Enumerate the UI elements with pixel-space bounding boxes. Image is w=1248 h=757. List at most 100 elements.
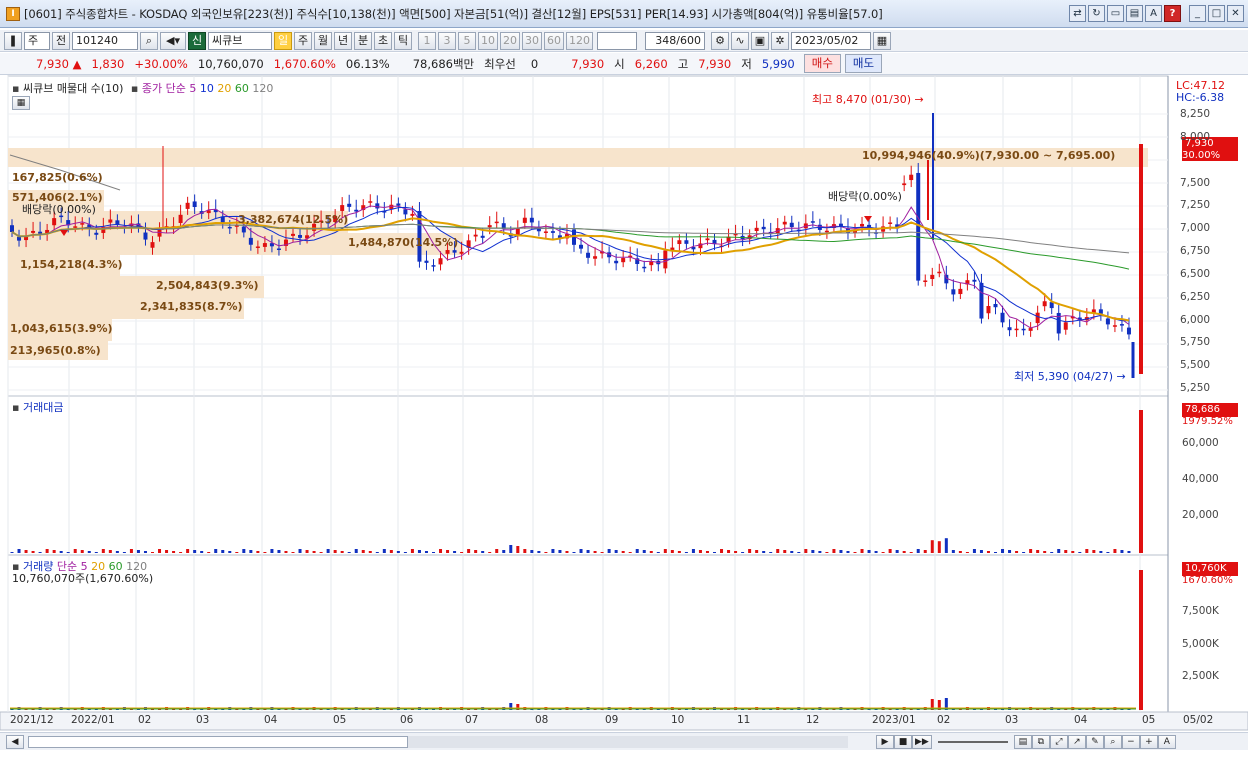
settings-icon[interactable]: ✲ <box>771 31 789 50</box>
search-icon[interactable]: ⌕ <box>140 31 158 50</box>
refresh-icon[interactable]: ↻ <box>1088 5 1105 22</box>
volume-bar <box>741 708 745 710</box>
period-month[interactable]: 월 <box>314 31 332 50</box>
volume-bar <box>446 708 450 710</box>
market-select[interactable]: 주 <box>24 31 50 50</box>
draw-icon[interactable]: ✎ <box>1085 734 1104 749</box>
tool-icon[interactable]: ⚙ <box>711 31 729 50</box>
amount-bar <box>944 538 948 553</box>
arrows-icon[interactable]: ↗ <box>1067 734 1086 749</box>
sell-button[interactable]: 매도 <box>844 54 883 73</box>
volume-bar <box>24 708 28 710</box>
fast-forward-icon[interactable]: ▶▶ <box>912 734 932 749</box>
panel-frame <box>7 395 1169 556</box>
period-tick[interactable]: 틱 <box>394 31 412 50</box>
scroll-left-icon[interactable]: ◀ <box>6 734 24 749</box>
stock-name-field[interactable]: 씨큐브 <box>208 31 272 50</box>
minute-custom-select[interactable] <box>597 31 637 50</box>
period-year[interactable]: 년 <box>334 31 352 50</box>
candle-body <box>677 240 682 245</box>
amount-bar <box>874 551 878 553</box>
open-price: 6,260 <box>634 56 668 71</box>
volume-bar <box>691 707 695 710</box>
priority-label: 최우선 <box>484 56 516 71</box>
volume-bar <box>684 709 688 710</box>
vp-label-4: 1,484,870(14.5%) <box>348 236 459 249</box>
minute-60[interactable]: 60 <box>544 31 564 50</box>
candle-body <box>838 223 843 227</box>
save-chart-icon[interactable]: ▣ <box>751 31 769 50</box>
minute-10[interactable]: 10 <box>478 31 498 50</box>
amount-bar <box>783 550 787 553</box>
candle-body <box>691 247 696 250</box>
amount-bar <box>1057 549 1061 553</box>
minute-3[interactable]: 3 <box>438 31 456 50</box>
amount-bar <box>270 549 274 553</box>
y-tick: 7,250 <box>1180 199 1211 211</box>
minute-30[interactable]: 30 <box>522 31 542 50</box>
code-input[interactable]: 101240 <box>72 31 138 50</box>
volume-bar <box>895 709 899 710</box>
layout-icon[interactable]: ▤ <box>1013 734 1032 749</box>
volume-bar <box>410 709 414 710</box>
candle-body <box>171 226 176 228</box>
period-week[interactable]: 주 <box>294 31 312 50</box>
scrollbar-thumb[interactable] <box>28 735 408 748</box>
y-tick: 8,000 <box>1180 131 1211 143</box>
scrollbar-track[interactable] <box>28 735 848 748</box>
font-icon[interactable]: A <box>1145 5 1162 22</box>
save-icon[interactable]: ▤ <box>1126 5 1143 22</box>
candle-body <box>298 234 303 238</box>
amount-bar <box>537 551 541 553</box>
minute-5[interactable]: 5 <box>458 31 476 50</box>
help-icon[interactable]: ? <box>1164 5 1181 22</box>
volume-bar <box>509 703 513 710</box>
magnify-icon[interactable]: ⌕ <box>1103 734 1122 749</box>
link-icon[interactable]: ⇄ <box>1069 5 1086 22</box>
date-field[interactable]: 2023/05/02 <box>791 31 871 50</box>
calendar-icon[interactable]: ▦ <box>873 31 891 50</box>
volume-pct: 1670.60% <box>1182 575 1233 586</box>
amount-bar <box>713 552 716 553</box>
font-size-icon[interactable]: A <box>1157 734 1176 749</box>
expand-icon[interactable]: ⤢ <box>1049 734 1068 749</box>
volume-bar <box>769 709 773 710</box>
amount-bar <box>937 541 941 553</box>
window-icon[interactable]: ▭ <box>1107 5 1124 22</box>
close-icon[interactable]: ✕ <box>1227 5 1244 22</box>
count-field[interactable]: 348/600 <box>645 31 705 50</box>
speaker-icon[interactable]: ◀▾ <box>160 31 186 50</box>
minimize-icon[interactable]: _ <box>1189 5 1206 22</box>
price-title-text: 씨큐브 매물대 수(10) <box>22 82 124 95</box>
amount-bar <box>1015 551 1019 553</box>
candle-body <box>782 221 787 225</box>
chart-type-icon[interactable]: ∿ <box>731 31 749 50</box>
amount-bar <box>354 549 358 553</box>
zoom-out-icon[interactable]: − <box>1121 734 1140 749</box>
minute-120[interactable]: 120 <box>566 31 593 50</box>
volume-bar <box>944 698 948 710</box>
period-minute[interactable]: 분 <box>354 31 372 50</box>
period-day[interactable]: 일 <box>274 31 292 50</box>
zoom-slider[interactable] <box>937 740 1008 743</box>
play-icon[interactable]: ▶ <box>876 734 894 749</box>
split-icon[interactable]: ⧉ <box>1031 734 1050 749</box>
stop-icon[interactable]: ■ <box>894 734 912 749</box>
amount-bar <box>488 552 492 553</box>
candle-body <box>972 279 977 282</box>
bookmark-icon[interactable]: ❚ <box>4 31 22 50</box>
amount-bar <box>228 551 232 553</box>
zoom-in-icon[interactable]: + <box>1139 734 1158 749</box>
amount-bar <box>748 549 752 553</box>
maximize-icon[interactable]: □ <box>1208 5 1225 22</box>
minute-20[interactable]: 20 <box>500 31 520 50</box>
amount-bar <box>600 552 604 553</box>
candle-body <box>1042 301 1047 307</box>
minute-1[interactable]: 1 <box>418 31 436 50</box>
buy-button[interactable]: 매수 <box>803 54 841 73</box>
type-select[interactable]: 전 <box>52 31 70 50</box>
grid-toggle-icon[interactable]: ▦ <box>12 96 30 110</box>
volume-bar <box>642 709 646 710</box>
volume-bar <box>544 707 548 710</box>
period-second[interactable]: 초 <box>374 31 392 50</box>
